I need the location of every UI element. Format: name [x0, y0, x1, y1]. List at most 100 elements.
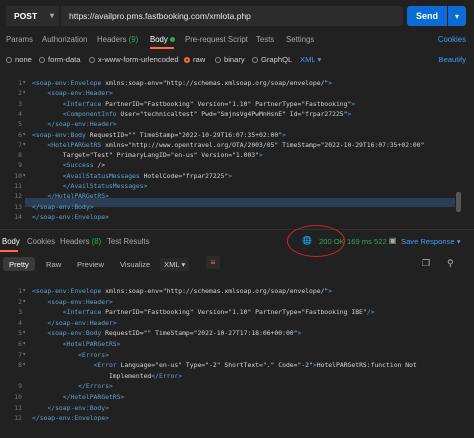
- code-line: Target="Test" PrimaryLangID="en-us" Vers…: [32, 151, 263, 160]
- code-line: <soap-env:Body RequestID="" TimeStamp="2…: [32, 130, 286, 139]
- tab-response-body[interactable]: Body: [2, 237, 20, 246]
- code-line: <Errors>: [78, 350, 109, 359]
- line-number: 11: [14, 403, 22, 412]
- send-dropdown-chevron-icon[interactable]: ▾: [448, 6, 466, 26]
- response-view-tabs: Pretty Raw Preview Visualize: [0, 255, 474, 273]
- view-visualize[interactable]: Visualize: [114, 257, 156, 271]
- tab-test-results[interactable]: Test Results: [107, 237, 149, 246]
- fold-toggle-icon[interactable]: ▾: [18, 79, 26, 86]
- radio-selected-icon: [184, 56, 190, 63]
- code-line: </soap-env:Envelope>: [32, 212, 109, 221]
- active-tab-underline: [150, 47, 174, 49]
- search-icon[interactable]: ⚲: [447, 258, 454, 269]
- body-indicator-dot: [169, 37, 175, 43]
- code-line: </soap-env:Body>: [47, 403, 109, 412]
- code-line: <soap-env:Header>: [47, 89, 113, 98]
- code-line: Implemented</Error>: [32, 371, 183, 380]
- view-pretty[interactable]: Pretty: [3, 257, 35, 271]
- line-number: 3: [18, 99, 22, 108]
- response-body-viewer[interactable]: 1 ▾ <soap-env:Envelope xmlns:soap-env="htt…: [0, 287, 474, 437]
- tab-headers[interactable]: Headers (9): [97, 35, 138, 44]
- radio-none[interactable]: none: [6, 55, 32, 64]
- fold-toggle-icon[interactable]: ▾: [18, 351, 26, 358]
- wrap-lines-icon[interactable]: ≡: [206, 256, 220, 269]
- fold-toggle-icon[interactable]: ▾: [18, 340, 26, 347]
- code-line: <HotelPARGetRS xmlns="http://www.opentra…: [47, 140, 425, 149]
- method-select[interactable]: POST ▾: [6, 6, 59, 26]
- radio-raw[interactable]: raw: [184, 55, 205, 64]
- response-format-select[interactable]: XML ▾: [160, 258, 190, 271]
- send-button[interactable]: Send: [407, 6, 447, 26]
- request-tabs: Params Authorization Headers (9) Body Pr…: [0, 33, 474, 49]
- code-line: <ComponentInfo User="technicaltest" Pwd=…: [62, 109, 352, 118]
- code-line: <soap-env:Envelope xmlns:soap-env="http:…: [32, 287, 333, 295]
- fold-toggle-icon[interactable]: ▾: [18, 131, 26, 138]
- tab-body[interactable]: Body: [150, 35, 175, 44]
- radio-graphql[interactable]: GraphQL: [252, 55, 292, 64]
- radio-icon: [89, 56, 95, 63]
- response-headers-count: (8): [91, 237, 102, 246]
- tab-pre-request-script[interactable]: Pre-request Script: [185, 35, 248, 44]
- chevron-down-icon: ▾: [456, 237, 461, 246]
- url-text: https://availpro.pms.fastbooking.com/xml…: [69, 11, 251, 21]
- chevron-down-icon: ▾: [317, 55, 322, 64]
- tab-params[interactable]: Params: [6, 35, 33, 44]
- request-bar: POST ▾ https://availpro.pms.fastbooking.…: [0, 0, 474, 32]
- url-input[interactable]: https://availpro.pms.fastbooking.com/xml…: [61, 6, 403, 26]
- line-number: 8: [18, 151, 22, 160]
- red-circle-annotation: [287, 225, 345, 257]
- radio-form-data[interactable]: form-data: [39, 55, 81, 64]
- code-line: <Error Language="en-us" Type="-2" ShortT…: [93, 361, 417, 370]
- body-format-select[interactable]: XML ▾: [300, 55, 321, 64]
- save-response-button[interactable]: Save Response ▾: [401, 237, 461, 246]
- active-response-tab-underline: [0, 250, 18, 252]
- radio-binary[interactable]: binary: [215, 55, 245, 64]
- request-body-editor[interactable]: 1 ▾ <soap-env:Envelope xmlns:soap-env="htt…: [0, 79, 456, 221]
- code-line: <soap-env:Body RequestID="" TimeStamp="2…: [47, 329, 302, 338]
- line-number: 5: [18, 120, 22, 129]
- request-editor-scrollbar[interactable]: [456, 192, 461, 212]
- code-line: <HotelPARGetRS>: [62, 340, 121, 348]
- line-number: 3: [18, 308, 22, 317]
- save-icon[interactable]: ▣: [389, 236, 397, 245]
- view-raw[interactable]: Raw: [40, 257, 67, 271]
- line-number: 11: [14, 182, 22, 190]
- view-preview[interactable]: Preview: [71, 257, 110, 271]
- tab-settings[interactable]: Settings: [286, 35, 314, 44]
- line-number: 4: [18, 109, 22, 118]
- line-number: 12: [14, 192, 22, 201]
- code-line: <soap-env:Envelope xmlns:soap-env="http:…: [32, 79, 333, 87]
- code-line: <AvailStatusMessages HotelCode="frpar272…: [62, 171, 233, 180]
- code-line: </soap-env:Body>: [32, 202, 94, 211]
- cookies-link[interactable]: Cookies: [438, 35, 466, 44]
- tab-authorization[interactable]: Authorization: [42, 35, 88, 44]
- code-line: <Success />: [62, 161, 106, 170]
- tab-response-headers[interactable]: Headers (8): [60, 237, 101, 246]
- tab-response-cookies[interactable]: Cookies: [27, 237, 55, 246]
- radio-x-www-form-urlencoded[interactable]: x-www-form-urlencoded: [89, 55, 179, 64]
- code-line: <Interface PartnerID="Fastbooking" Versi…: [62, 99, 356, 108]
- code-line: </soap-env:Header>: [47, 120, 117, 129]
- beautify-button[interactable]: Beautify: [439, 55, 466, 64]
- radio-icon: [39, 56, 45, 63]
- fold-toggle-icon[interactable]: ▾: [18, 361, 26, 368]
- fold-toggle-icon[interactable]: ▾: [18, 329, 26, 336]
- pane-divider[interactable]: [0, 229, 474, 230]
- line-number: 14: [14, 212, 22, 221]
- fold-toggle-icon[interactable]: ▾: [18, 89, 26, 96]
- method-label: POST: [14, 11, 38, 21]
- fold-toggle-icon[interactable]: ▾: [18, 298, 26, 305]
- tab-tests[interactable]: Tests: [256, 35, 274, 44]
- code-line: </Errors>: [78, 382, 113, 391]
- code-line: </HotelPARGetRS>: [62, 393, 125, 401]
- fold-toggle-icon[interactable]: ▾: [18, 287, 26, 294]
- code-line: </soap-env:Header>: [47, 318, 117, 327]
- fold-toggle-icon[interactable]: ▾: [18, 141, 26, 148]
- line-number: 13: [14, 202, 22, 211]
- line-number: 9: [18, 161, 22, 170]
- radio-icon: [252, 56, 258, 63]
- copy-icon[interactable]: ❐: [422, 258, 430, 269]
- chevron-down-icon: ▾: [49, 11, 54, 20]
- fold-toggle-icon[interactable]: ▾: [18, 172, 26, 179]
- code-line: <soap-env:Header>: [47, 297, 113, 306]
